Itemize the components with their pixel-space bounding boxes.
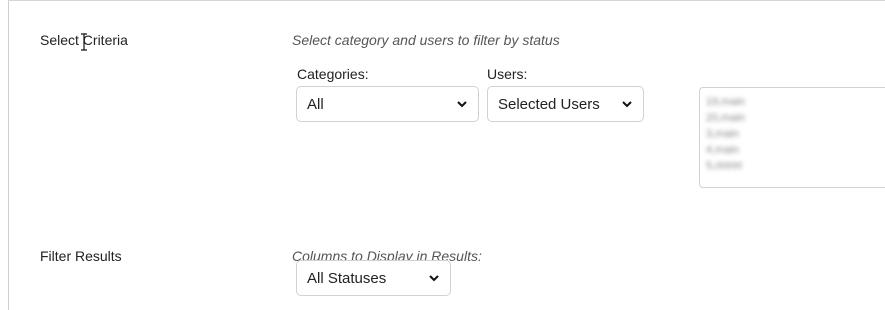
categories-select[interactable]: All xyxy=(296,86,479,122)
list-item[interactable]: 3,main xyxy=(706,126,885,142)
filter-results-label: Filter Results xyxy=(40,248,122,264)
chevron-down-icon xyxy=(622,101,632,108)
chevron-down-icon xyxy=(457,101,467,108)
list-item[interactable]: 4,main xyxy=(706,142,885,158)
chevron-down-icon xyxy=(429,275,439,282)
select-criteria-hint: Select category and users to filter by s… xyxy=(292,32,560,48)
users-selected-value: Selected Users xyxy=(498,95,600,113)
categories-selected-value: All xyxy=(307,95,324,113)
list-item[interactable]: 5,rtrtrtrt xyxy=(706,158,885,174)
top-divider xyxy=(8,0,885,1)
list-item[interactable]: 20,main xyxy=(706,110,885,126)
users-listbox[interactable]: 19,main 20,main 3,main 4,main 5,rtrtrtrt xyxy=(699,87,885,188)
categories-label: Categories: xyxy=(297,66,369,82)
users-select[interactable]: Selected Users xyxy=(487,86,644,122)
status-selected-value: All Statuses xyxy=(307,269,387,287)
users-label: Users: xyxy=(487,66,528,82)
status-select[interactable]: All Statuses xyxy=(296,260,451,296)
left-divider xyxy=(8,0,9,310)
list-item[interactable]: 19,main xyxy=(706,94,885,110)
text-cursor-icon xyxy=(81,33,87,51)
